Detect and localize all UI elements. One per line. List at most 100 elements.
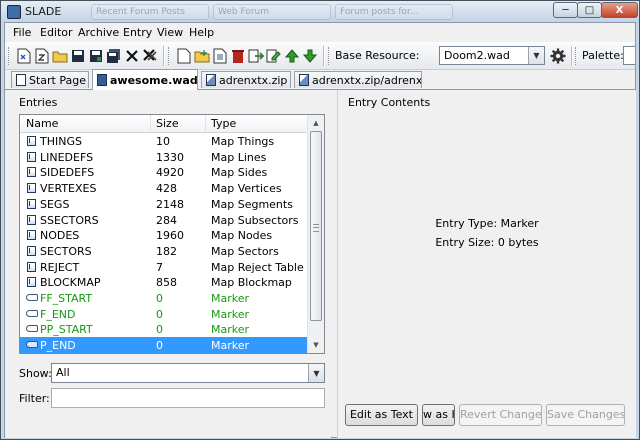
new-zip-icon[interactable] <box>33 47 51 65</box>
menu-entry[interactable]: Entry <box>123 26 152 39</box>
list-item[interactable]: SSECTORS 284 Map Subsectors <box>20 212 308 228</box>
menu-help[interactable]: Help <box>189 26 214 39</box>
open-folder-icon[interactable] <box>51 47 69 65</box>
list-item[interactable]: PP_START 0 Marker <box>20 321 308 337</box>
entry-type: Map Vertices <box>211 182 282 196</box>
save-as-icon[interactable] <box>87 47 105 65</box>
menu-editor[interactable]: Editor <box>40 26 73 39</box>
list-item[interactable]: SIDEDEFS 4920 Map Sides <box>20 164 308 180</box>
view-as-hex-button[interactable]: w as H <box>422 404 455 426</box>
import-entry-icon[interactable] <box>211 47 229 65</box>
entry-name: NODES <box>40 229 80 243</box>
list-item[interactable]: SEGS 2148 Map Segments <box>20 196 308 212</box>
title-bar[interactable]: SLADE Recent Forum Posts Web Forum Forum… <box>1 1 639 22</box>
tab-label: adrenxtx.zip/adrenxtx <box>312 73 422 87</box>
marker-icon <box>26 325 38 333</box>
list-item[interactable]: SECTORS 182 Map Sectors <box>20 243 308 259</box>
close-all-icon[interactable] <box>141 47 159 65</box>
toolbar-grip[interactable] <box>328 47 332 65</box>
maximize-button[interactable]: □ <box>577 2 602 18</box>
scroll-down-icon[interactable]: ▼ <box>309 337 323 353</box>
base-resource-dropdown[interactable]: Doom2.wad ▼ <box>439 46 545 65</box>
entry-type: Map Sides <box>211 166 268 180</box>
slade-window: SLADE Recent Forum Posts Web Forum Forum… <box>0 0 640 440</box>
entry-name: REJECT <box>40 260 80 274</box>
list-item[interactable]: P_END 0 Marker <box>20 337 308 353</box>
entry-name: BLOCKMAP <box>40 276 101 290</box>
entry-list[interactable]: Name Size Type THINGS 10 Map Things LINEDEF… <box>19 114 325 354</box>
column-header-name[interactable]: Name <box>26 117 58 130</box>
close-archive-icon[interactable] <box>123 47 141 65</box>
entries-title: Entries <box>19 96 58 109</box>
revert-changes-button[interactable]: Revert Changes <box>459 404 542 426</box>
gear-icon[interactable] <box>549 47 567 65</box>
list-item[interactable]: REJECT 7 Map Reject Table <box>20 259 308 275</box>
filter-label: Filter: <box>19 392 50 405</box>
menu-view[interactable]: View <box>157 26 183 39</box>
tab-label: Start Page <box>29 73 86 87</box>
tab-adrenxtx-zip[interactable]: adrenxtx.zip <box>201 71 291 88</box>
palette-label: Palette: <box>582 49 624 62</box>
base-resource-label: Base Resource: <box>335 49 420 62</box>
delete-entry-icon[interactable] <box>229 47 247 65</box>
map-lump-icon <box>27 230 36 241</box>
entry-type: Marker <box>211 292 250 305</box>
show-filter-dropdown[interactable]: All ▼ <box>51 363 325 383</box>
save-all-icon[interactable] <box>105 47 123 65</box>
toolbar-grip[interactable] <box>575 47 579 65</box>
entry-list-scrollbar[interactable]: ▲ ▼ <box>307 115 324 353</box>
entry-type: Map Blockmap <box>211 276 292 290</box>
save-changes-button[interactable]: Save Changes <box>546 404 625 426</box>
map-lump-icon <box>27 183 36 194</box>
menu-file[interactable]: File <box>13 26 31 39</box>
entry-size: 10 <box>156 135 170 148</box>
entry-type: Map Reject Table <box>211 260 304 274</box>
scrollbar-thumb[interactable] <box>310 131 322 321</box>
scroll-up-icon[interactable]: ▲ <box>309 115 323 131</box>
toolbar-separator <box>163 46 164 66</box>
entry-size: 7 <box>156 260 163 274</box>
new-folder-entry-icon[interactable] <box>193 47 211 65</box>
list-item[interactable]: F_END 0 Marker <box>20 306 308 322</box>
close-button[interactable]: X <box>601 2 638 18</box>
column-divider[interactable] <box>205 115 206 132</box>
window-title: SLADE <box>25 5 62 18</box>
list-item[interactable]: FF_START 0 Marker <box>20 290 308 306</box>
column-header-type[interactable]: Type <box>211 117 236 130</box>
palette-dropdown[interactable] <box>623 46 635 65</box>
column-header-size[interactable]: Size <box>156 117 179 130</box>
move-down-icon[interactable] <box>301 47 319 65</box>
toolbar-grip[interactable] <box>8 47 12 65</box>
list-item[interactable]: LINEDEFS 1330 Map Lines <box>20 149 308 165</box>
entry-size: 428 <box>156 182 177 196</box>
tab-label: awesome.wad <box>110 73 198 87</box>
list-item[interactable]: NODES 1960 Map Nodes <box>20 227 308 243</box>
slade-app-icon <box>7 5 21 19</box>
entry-type: Marker <box>211 339 250 353</box>
entry-size: 284 <box>156 213 177 227</box>
base-resource-value: Doom2.wad <box>444 49 510 62</box>
entry-type: Marker <box>211 323 250 337</box>
list-item[interactable]: THINGS 10 Map Things <box>20 133 308 149</box>
new-wad-icon[interactable] <box>15 47 33 65</box>
entry-name: SEGS <box>40 197 70 211</box>
column-divider[interactable] <box>150 115 151 132</box>
tab-adrenxtx-subfolder[interactable]: adrenxtx.zip/adrenxtx <box>294 71 422 88</box>
menu-bar: File Editor Archive Entry View Help <box>5 23 635 41</box>
list-item[interactable]: BLOCKMAP 858 Map Blockmap <box>20 274 308 290</box>
new-entry-icon[interactable] <box>175 47 193 65</box>
minimize-button[interactable]: ─ <box>553 2 578 18</box>
move-up-icon[interactable] <box>283 47 301 65</box>
tab-awesome-wad[interactable]: awesome.wad <box>92 69 198 90</box>
tab-start-page[interactable]: Start Page <box>11 71 89 88</box>
export-entry-icon[interactable] <box>247 47 265 65</box>
menu-archive[interactable]: Archive <box>78 26 119 39</box>
entry-size: 4920 <box>156 166 184 180</box>
save-icon[interactable] <box>69 47 87 65</box>
toolbar-grip[interactable] <box>168 47 172 65</box>
edit-as-text-button[interactable]: Edit as Text <box>345 404 418 426</box>
filter-input[interactable] <box>51 388 325 408</box>
page-icon <box>16 74 26 86</box>
rename-entry-icon[interactable] <box>265 47 283 65</box>
list-item[interactable]: VERTEXES 428 Map Vertices <box>20 180 308 196</box>
